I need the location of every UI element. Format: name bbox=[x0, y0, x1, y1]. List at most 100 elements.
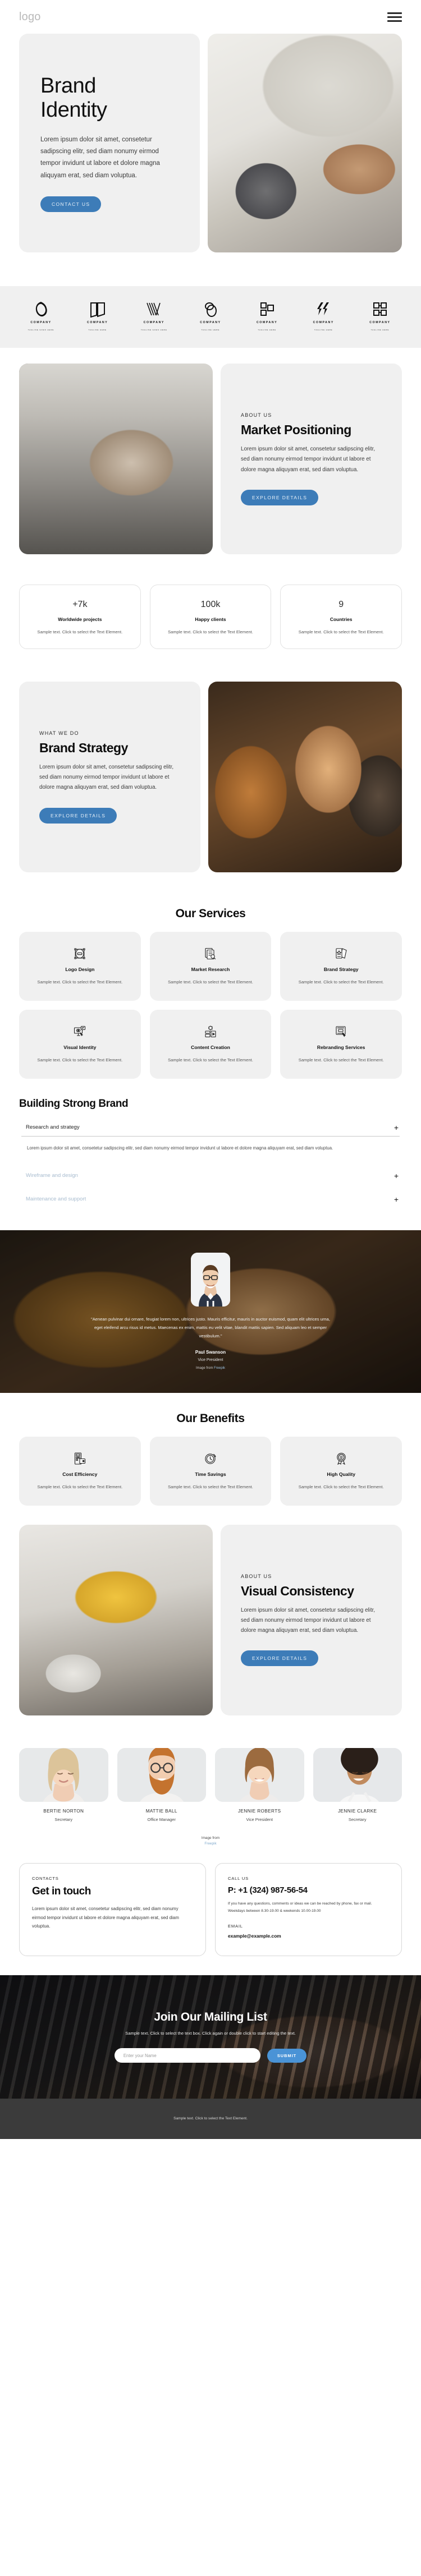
stat-label: Happy clients bbox=[195, 617, 226, 622]
stat-card: 100k Happy clients Sample text. Click to… bbox=[149, 585, 272, 649]
high-quality-icon bbox=[290, 1450, 392, 1467]
logo-mark-blocks-icon bbox=[372, 301, 388, 318]
service-title: Market Research bbox=[191, 966, 230, 972]
service-card[interactable]: Market Research Sample text. Click to se… bbox=[149, 931, 272, 1001]
market-positioning-section: ABOUT US Market Positioning Lorem ipsum … bbox=[0, 348, 421, 570]
client-logo-tagline: TAGLINE GOES HERE bbox=[141, 329, 167, 331]
market-eyebrow: ABOUT US bbox=[241, 412, 272, 418]
plus-icon[interactable]: + bbox=[394, 1195, 399, 1203]
market-heading: Market Positioning bbox=[241, 422, 351, 438]
market-research-icon bbox=[160, 945, 262, 962]
contact-us-button[interactable]: CONTACT US bbox=[40, 196, 102, 212]
time-savings-icon bbox=[160, 1450, 262, 1467]
logo-design-icon bbox=[29, 945, 131, 962]
credit-link[interactable]: Freepik bbox=[204, 1842, 216, 1846]
benefit-text: Sample text. Click to select the Text El… bbox=[168, 1484, 253, 1489]
plus-icon[interactable]: + bbox=[394, 1172, 399, 1180]
client-logo-tagline: TAGLINE GOES HERE bbox=[28, 329, 54, 331]
hours-text: If you have any questions, comments or i… bbox=[228, 1902, 372, 1913]
hero-title: Brand Identity bbox=[40, 74, 179, 123]
visual-identity-icon bbox=[29, 1023, 131, 1040]
benefit-card[interactable]: High Quality Sample text. Click to selec… bbox=[280, 1436, 402, 1506]
service-text: Sample text. Click to select the Text El… bbox=[37, 979, 123, 985]
benefit-card[interactable]: Time Savings Sample text. Click to selec… bbox=[149, 1436, 272, 1506]
service-card[interactable]: Content Creation Sample text. Click to s… bbox=[149, 1009, 272, 1079]
team-member-name: JENNIE CLARKE bbox=[338, 1808, 377, 1814]
client-logo: COMPANY TAGLINE GOES HERE bbox=[130, 301, 178, 331]
client-logo-tagline: TAGLINE HERE bbox=[258, 329, 276, 331]
service-card[interactable]: Visual Identity Sample text. Click to se… bbox=[19, 1009, 141, 1079]
benefits-title: Our Benefits bbox=[176, 1411, 245, 1425]
service-card[interactable]: Logo Design Sample text. Click to select… bbox=[19, 931, 141, 1001]
visual-paragraph: Lorem ipsum dolor sit amet, consetetur s… bbox=[241, 1607, 376, 1634]
email-label: EMAIL bbox=[228, 1923, 243, 1929]
testimonial-name: Paul Swanson bbox=[195, 1349, 226, 1355]
team-member: MATTIE BALL Office Manager bbox=[117, 1747, 206, 1822]
name-input[interactable] bbox=[114, 2048, 260, 2063]
client-logo-name: COMPANY bbox=[256, 321, 278, 324]
avatar bbox=[191, 1253, 230, 1307]
accordion-label: Wireframe and design bbox=[26, 1172, 78, 1179]
client-logo: COMPANY TAGLINE HERE bbox=[243, 301, 291, 331]
visual-explore-button[interactable]: EXPLORE DETAILS bbox=[241, 1650, 319, 1667]
market-explore-button[interactable]: EXPLORE DETAILS bbox=[241, 489, 319, 505]
service-title: Brand Strategy bbox=[323, 966, 359, 972]
visual-eyebrow: ABOUT US bbox=[241, 1573, 272, 1579]
site-footer: Sample text. Click to select the Text El… bbox=[0, 2098, 421, 2139]
submit-button[interactable]: SUBMIT bbox=[267, 2048, 307, 2063]
client-logo-name: COMPANY bbox=[369, 321, 391, 324]
team-member-photo bbox=[19, 1747, 108, 1802]
accordion-item-research[interactable]: Research and strategy + bbox=[19, 1119, 402, 1136]
contact-info-card: CONTACTS Get in touch Lorem ipsum dolor … bbox=[19, 1863, 206, 1956]
service-card[interactable]: Rebranding Services Sample text. Click t… bbox=[280, 1009, 402, 1079]
client-logo: COMPANY TAGLINE HERE bbox=[74, 301, 122, 331]
team-photo bbox=[208, 681, 402, 872]
brand-strategy-image bbox=[208, 681, 402, 872]
team-member: JENNIE ROBERTS Vice President bbox=[215, 1747, 304, 1822]
contacts-paragraph: Lorem ipsum dolor sit amet, consetetur s… bbox=[32, 1906, 179, 1929]
stat-text: Sample text. Click to select the Text El… bbox=[298, 629, 384, 634]
strategy-heading: Brand Strategy bbox=[39, 740, 128, 756]
accordion-item-wireframe[interactable]: Wireframe and design + bbox=[19, 1167, 402, 1184]
rebranding-icon bbox=[290, 1023, 392, 1040]
page-root: logo Brand Identity Lorem ipsum dolor si… bbox=[0, 0, 421, 2139]
service-title: Rebranding Services bbox=[317, 1044, 365, 1050]
cost-efficiency-icon bbox=[29, 1450, 131, 1467]
mailing-subtext: Sample text. Click to select the text bo… bbox=[125, 2031, 296, 2036]
accordion-label: Maintenance and support bbox=[26, 1196, 86, 1203]
strategy-explore-button[interactable]: EXPLORE DETAILS bbox=[39, 807, 117, 824]
client-logo: COMPANY TAGLINE HERE bbox=[186, 301, 235, 331]
client-logo-tagline: TAGLINE HERE bbox=[314, 329, 333, 331]
visual-consistency-section: ABOUT US Visual Consistency Lorem ipsum … bbox=[0, 1506, 421, 1731]
credit-prefix: Image from bbox=[195, 1366, 213, 1370]
mailing-form: SUBMIT bbox=[114, 2048, 307, 2063]
logo[interactable]: logo bbox=[19, 11, 41, 24]
logo-mark-v-stripes-icon bbox=[146, 301, 162, 318]
accordion-item-maintenance[interactable]: Maintenance and support + bbox=[19, 1191, 402, 1208]
logo-mark-slashes-icon bbox=[315, 301, 331, 318]
testimonial-role: Vice President bbox=[198, 1358, 223, 1362]
stat-number: 9 bbox=[338, 600, 344, 609]
service-text: Sample text. Click to select the Text El… bbox=[298, 1057, 384, 1062]
client-logo-tagline: TAGLINE HERE bbox=[370, 329, 390, 331]
credit-link[interactable]: Freepik bbox=[214, 1367, 225, 1370]
visual-consistency-image bbox=[19, 1524, 213, 1715]
plus-icon[interactable]: + bbox=[394, 1124, 399, 1131]
team-member-role: Office Manager bbox=[147, 1816, 176, 1822]
site-header: logo bbox=[0, 0, 421, 34]
service-card[interactable]: Brand Strategy Sample text. Click to sel… bbox=[280, 931, 402, 1001]
benefit-card[interactable]: Cost Efficiency Sample text. Click to se… bbox=[19, 1436, 141, 1506]
desk-photo bbox=[208, 34, 402, 252]
accordion-body: Lorem ipsum dolor sit amet, consetetur s… bbox=[27, 1146, 333, 1151]
phone-number[interactable]: P: +1 (324) 987-56-54 bbox=[228, 1885, 389, 1895]
team-member-photo bbox=[215, 1747, 304, 1802]
hero-title-line2: Identity bbox=[40, 98, 107, 122]
strategy-eyebrow: WHAT WE DO bbox=[39, 730, 79, 737]
accordion-section: Building Strong Brand Research and strat… bbox=[0, 1079, 421, 1230]
visual-consistency-panel: ABOUT US Visual Consistency Lorem ipsum … bbox=[221, 1524, 402, 1715]
client-logo-name: COMPANY bbox=[143, 321, 164, 324]
strategy-paragraph: Lorem ipsum dolor sit amet, consetetur s… bbox=[39, 764, 174, 791]
hamburger-menu-icon[interactable] bbox=[387, 12, 402, 22]
email-address[interactable]: example@example.com bbox=[228, 1933, 389, 1939]
avatar-portrait bbox=[191, 1253, 230, 1307]
